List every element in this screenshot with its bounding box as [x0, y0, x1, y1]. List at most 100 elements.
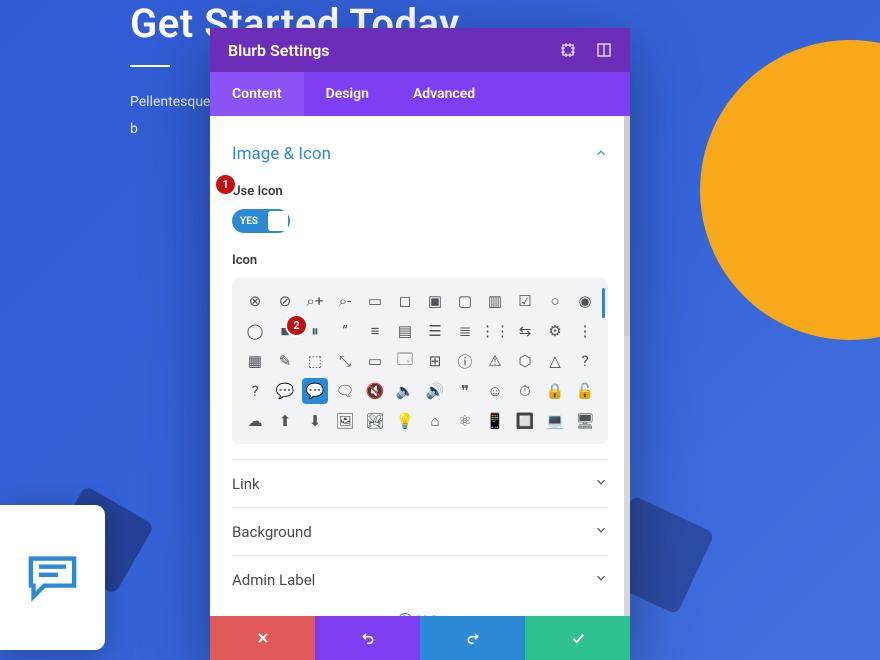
chevron-down-icon — [594, 522, 608, 541]
icon-label: Icon — [232, 253, 608, 268]
chevron-down-icon — [594, 474, 608, 493]
chat-bubble-icon — [20, 545, 85, 610]
icon-option[interactable]: 🖥 — [572, 408, 598, 434]
cancel-button[interactable] — [210, 616, 315, 660]
icon-option[interactable]: ▣ — [422, 288, 448, 314]
section-title: Admin Label — [232, 571, 315, 589]
icon-option[interactable]: ⬚ — [302, 348, 328, 374]
icon-option[interactable]: ⚙ — [542, 318, 568, 344]
modal-title: Blurb Settings — [228, 41, 330, 60]
icon-option[interactable]: 💬 — [272, 378, 298, 404]
modal-footer — [210, 616, 630, 660]
icon-option[interactable]: ▥ — [482, 288, 508, 314]
tab-content[interactable]: Content — [210, 72, 304, 116]
use-icon-toggle[interactable]: YES — [232, 209, 290, 233]
use-icon-label: Use Icon — [232, 184, 608, 199]
icon-picker: ⊗⊘⌕+⌕-▭◻▣▢▥☑○◉◯■⏸”≡▤☰≣⋮⋮⇆⚙⋮▦✎⬚⤡▭🗔⊞ⓘ⚠⬡△??… — [232, 278, 608, 444]
icon-option[interactable]: ⤡ — [332, 348, 358, 374]
icon-option[interactable]: ? — [572, 348, 598, 374]
icon-option[interactable]: 🏞 — [362, 408, 388, 434]
icon-option[interactable]: ▢ — [452, 288, 478, 314]
icon-option[interactable]: ⬡ — [512, 348, 538, 374]
icon-option[interactable]: 🗨 — [332, 378, 358, 404]
snap-icon[interactable] — [596, 42, 612, 58]
modal-header[interactable]: Blurb Settings — [210, 28, 630, 72]
icon-option[interactable]: ⇆ — [512, 318, 538, 344]
icon-option[interactable]: ⬆ — [272, 408, 298, 434]
icon-option[interactable]: 🗔 — [392, 348, 418, 374]
icon-option[interactable]: ◯ — [242, 318, 268, 344]
icon-option[interactable]: 📱 — [482, 408, 508, 434]
icon-option[interactable]: ☁ — [242, 408, 268, 434]
icon-option[interactable]: ❞ — [452, 378, 478, 404]
icon-option[interactable]: ⌂ — [422, 408, 448, 434]
icon-picker-scrollbar[interactable] — [602, 288, 605, 318]
section-title: Image & Icon — [232, 144, 331, 164]
icon-option[interactable]: 🔇 — [362, 378, 388, 404]
modal-body: Image & Icon Use Icon YES Icon ⊗⊘⌕+⌕-▭◻▣… — [210, 116, 630, 616]
icon-option[interactable]: ⏸ — [302, 318, 328, 344]
chevron-up-icon — [594, 145, 608, 164]
icon-option[interactable]: ⊞ — [422, 348, 448, 374]
icon-option[interactable]: 💡 — [392, 408, 418, 434]
icon-option[interactable]: ≣ — [452, 318, 478, 344]
save-button[interactable] — [525, 616, 630, 660]
icon-option[interactable]: △ — [542, 348, 568, 374]
icon-option[interactable]: 💻 — [542, 408, 568, 434]
modal-tabs: Content Design Advanced — [210, 72, 630, 116]
section-image-icon: Image & Icon Use Icon YES Icon ⊗⊘⌕+⌕-▭◻▣… — [210, 116, 630, 459]
scrollbar[interactable] — [624, 116, 630, 616]
icon-option[interactable]: ☺ — [482, 378, 508, 404]
tab-design[interactable]: Design — [304, 72, 391, 116]
icon-option[interactable]: 💬 — [302, 378, 328, 404]
undo-button[interactable] — [315, 616, 420, 660]
help-label: Help — [418, 613, 443, 616]
section-admin-label: Admin Label — [210, 555, 630, 603]
section-header-background[interactable]: Background — [232, 507, 608, 555]
icon-option[interactable]: ⌕+ — [302, 288, 328, 314]
icon-option[interactable]: ⊘ — [272, 288, 298, 314]
help-bar[interactable]: ? Help — [210, 603, 630, 616]
tab-advanced[interactable]: Advanced — [391, 72, 497, 116]
section-link: Link — [210, 459, 630, 507]
icon-option[interactable]: ◉ — [572, 288, 598, 314]
icon-option[interactable]: ▦ — [242, 348, 268, 374]
section-title: Background — [232, 523, 312, 541]
callout-badge-2: 2 — [287, 316, 306, 335]
icon-option[interactable]: ⓘ — [452, 348, 478, 374]
icon-option[interactable]: ⏱ — [512, 378, 538, 404]
icon-option[interactable]: 🔓 — [572, 378, 598, 404]
icon-option[interactable]: 🖼 — [332, 408, 358, 434]
icon-option[interactable]: ▤ — [392, 318, 418, 344]
icon-option[interactable]: ☑ — [512, 288, 538, 314]
icon-option[interactable]: ☰ — [422, 318, 448, 344]
icon-option[interactable]: ” — [332, 318, 358, 344]
icon-option[interactable]: ⋮⋮ — [482, 318, 508, 344]
icon-option[interactable]: ▭ — [362, 348, 388, 374]
section-header-image-icon[interactable]: Image & Icon — [232, 130, 608, 178]
redo-button[interactable] — [420, 616, 525, 660]
icon-option[interactable]: 🔊 — [422, 378, 448, 404]
icon-option[interactable]: ⊗ — [242, 288, 268, 314]
icon-option[interactable]: ▭ — [362, 288, 388, 314]
icon-option[interactable]: ◻ — [392, 288, 418, 314]
chevron-down-icon — [594, 570, 608, 589]
icon-option[interactable]: ⚛ — [452, 408, 478, 434]
icon-option[interactable]: ○ — [542, 288, 568, 314]
icon-option[interactable]: 🔒 — [542, 378, 568, 404]
section-header-link[interactable]: Link — [232, 459, 608, 507]
icon-option[interactable]: 🔈 — [392, 378, 418, 404]
help-icon: ? — [398, 613, 412, 616]
icon-option[interactable]: ⬇ — [302, 408, 328, 434]
icon-option[interactable]: 🔲 — [512, 408, 538, 434]
icon-option[interactable]: ⌕- — [332, 288, 358, 314]
icon-option[interactable]: ? — [242, 378, 268, 404]
settings-modal: Blurb Settings Content Design Advanced I… — [210, 28, 630, 660]
expand-icon[interactable] — [560, 42, 576, 58]
icon-option[interactable]: ⚠ — [482, 348, 508, 374]
toggle-value: YES — [240, 216, 258, 227]
icon-option[interactable]: ⋮ — [572, 318, 598, 344]
icon-option[interactable]: ≡ — [362, 318, 388, 344]
section-header-admin-label[interactable]: Admin Label — [232, 555, 608, 603]
icon-option[interactable]: ✎ — [272, 348, 298, 374]
